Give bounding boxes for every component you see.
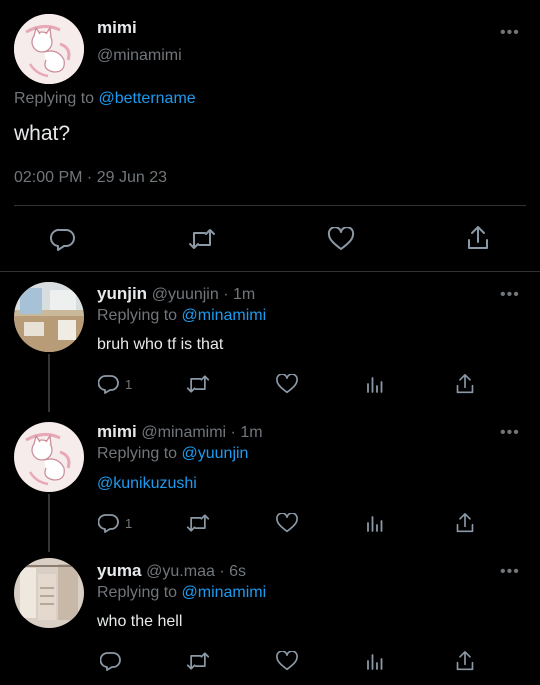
reply-count: 1 (125, 516, 133, 531)
avatar[interactable] (14, 422, 84, 492)
share-icon[interactable] (455, 512, 475, 534)
replying-to-link[interactable]: @minamimi (182, 307, 267, 324)
replying-to-label: Replying to (97, 445, 178, 462)
cat-avatar-illustration (14, 422, 84, 492)
replying-to-link[interactable]: @bettername (99, 90, 196, 107)
retweet-icon[interactable] (186, 651, 210, 671)
replying-to-line: Replying to @minamimi (97, 584, 266, 602)
author-handle[interactable]: @minamimi (97, 47, 182, 65)
share-icon[interactable] (466, 225, 490, 251)
avatar[interactable] (14, 14, 84, 84)
replying-to-label: Replying to (97, 307, 178, 324)
room-photo-avatar (14, 282, 84, 352)
views-icon[interactable] (366, 513, 384, 533)
reply-icon[interactable] (98, 513, 120, 533)
mention-link[interactable]: @kunikuzushi (97, 475, 197, 493)
retweet-icon[interactable] (186, 513, 210, 533)
views-icon[interactable] (366, 374, 384, 394)
retweet-icon[interactable] (186, 374, 210, 394)
author-name[interactable]: mimi (97, 422, 137, 441)
reply-icon[interactable] (100, 651, 122, 671)
reply-icon[interactable] (98, 374, 120, 394)
avatar[interactable] (14, 282, 84, 352)
replying-to-label: Replying to (14, 90, 95, 107)
avatar[interactable] (14, 558, 84, 628)
like-icon[interactable] (327, 227, 355, 251)
more-horizontal-icon[interactable]: ••• (500, 564, 520, 580)
author-handle[interactable]: @minamimi · 1m (141, 424, 262, 441)
more-horizontal-icon[interactable]: ••• (500, 287, 520, 303)
more-horizontal-icon[interactable]: ••• (500, 25, 520, 41)
author-handle[interactable]: @yu.maa · 6s (146, 563, 246, 580)
more-horizontal-icon[interactable]: ••• (500, 425, 520, 441)
author-name[interactable]: yunjin (97, 284, 147, 303)
replying-to-link[interactable]: @minamimi (182, 584, 267, 601)
replying-to-line: Replying to @yuunjin (97, 445, 248, 463)
divider (0, 271, 540, 272)
tweet-text: what? (14, 122, 71, 145)
views-icon[interactable] (366, 651, 384, 671)
replying-to-label: Replying to (97, 584, 178, 601)
tweet-text: bruh who tf is that (97, 336, 224, 353)
tweet-timestamp[interactable]: 02:00 PM · 29 Jun 23 (14, 169, 167, 187)
clothes-photo-avatar (14, 558, 84, 628)
author-name[interactable]: yuma (97, 561, 141, 580)
retweet-icon[interactable] (188, 228, 216, 250)
author-handle[interactable]: @yuunjin · 1m (152, 286, 255, 303)
share-icon[interactable] (455, 650, 475, 672)
divider (14, 205, 526, 206)
reply-count: 1 (125, 377, 133, 392)
thread-line (48, 354, 50, 412)
author-name[interactable]: mimi (97, 18, 137, 38)
reply-icon[interactable] (50, 227, 76, 251)
tweet-text: who the hell (97, 613, 183, 630)
cat-avatar-illustration (14, 14, 84, 84)
replying-to-link[interactable]: @yuunjin (182, 445, 249, 462)
like-icon[interactable] (275, 374, 299, 394)
replying-to-line: Replying to @bettername (14, 90, 196, 108)
like-icon[interactable] (275, 513, 299, 533)
replying-to-line: Replying to @minamimi (97, 307, 266, 325)
thread-line (48, 494, 50, 552)
share-icon[interactable] (455, 373, 475, 395)
like-icon[interactable] (275, 651, 299, 671)
